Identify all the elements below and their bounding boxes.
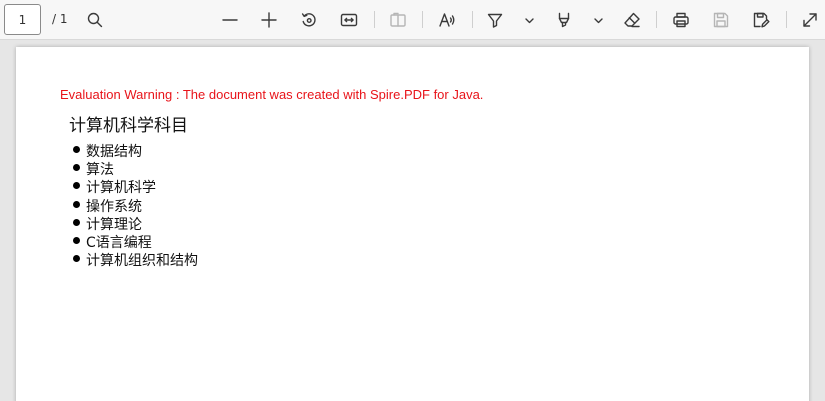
pdf-page: Evaluation Warning : The document was cr… bbox=[16, 47, 809, 401]
bullet-icon bbox=[73, 218, 80, 226]
draw-icon bbox=[558, 12, 570, 28]
zoom-in-icon bbox=[261, 12, 277, 28]
print-icon bbox=[673, 12, 689, 28]
fullscreen-button[interactable] bbox=[796, 6, 824, 34]
document-canvas[interactable]: Evaluation Warning : The document was cr… bbox=[0, 40, 825, 401]
save-as-button[interactable] bbox=[747, 6, 775, 34]
list-item-text: 计算机组织和结构 bbox=[86, 253, 198, 270]
toolbar-divider bbox=[656, 11, 657, 28]
fit-width-button[interactable] bbox=[335, 6, 363, 34]
subject-list: 数据结构 算法 计算机科学 操作系统 计算理论 C语言编程 计算机组织和结构 bbox=[71, 143, 198, 270]
list-item-text: 计算理论 bbox=[86, 216, 142, 233]
list-item-text: C语言编程 bbox=[86, 234, 152, 251]
list-item-text: 算法 bbox=[86, 162, 114, 179]
eraser-icon bbox=[624, 12, 640, 28]
evaluation-warning: Evaluation Warning : The document was cr… bbox=[60, 87, 484, 102]
read-aloud-button[interactable] bbox=[433, 6, 461, 34]
draw-options-button[interactable] bbox=[584, 6, 612, 34]
list-item-text: 计算机科学 bbox=[86, 180, 156, 197]
bullet-icon bbox=[73, 255, 80, 263]
draw-button[interactable] bbox=[550, 6, 578, 34]
page-total: / 1 bbox=[52, 12, 68, 26]
zoom-out-icon bbox=[222, 19, 238, 21]
rotate-button[interactable] bbox=[295, 6, 323, 34]
list-item-text: 操作系统 bbox=[86, 198, 142, 215]
search-button[interactable] bbox=[81, 6, 109, 34]
two-page-icon bbox=[390, 12, 406, 27]
bullet-icon bbox=[73, 236, 80, 244]
erase-button[interactable] bbox=[618, 6, 646, 34]
bullet-icon bbox=[73, 200, 80, 208]
pdf-viewer: / 1 bbox=[0, 0, 825, 401]
zoom-out-button[interactable] bbox=[216, 6, 244, 34]
list-item: 操作系统 bbox=[71, 198, 198, 216]
fullscreen-icon bbox=[803, 13, 817, 27]
bullet-icon bbox=[73, 146, 80, 153]
toolbar: / 1 bbox=[0, 0, 825, 40]
toolbar-divider bbox=[374, 11, 375, 28]
save-as-icon bbox=[753, 12, 770, 28]
page-number-input[interactable] bbox=[4, 4, 41, 35]
toolbar-divider bbox=[786, 11, 787, 28]
fit-width-icon bbox=[340, 13, 358, 27]
list-item-text: 数据结构 bbox=[86, 144, 142, 160]
list-item: C语言编程 bbox=[71, 234, 198, 252]
list-item: 算法 bbox=[71, 161, 198, 179]
toolbar-divider bbox=[472, 11, 473, 28]
save-icon bbox=[713, 12, 729, 28]
bullet-icon bbox=[73, 182, 80, 190]
highlight-options-button[interactable] bbox=[515, 6, 543, 34]
read-aloud-icon bbox=[439, 13, 455, 27]
toolbar-divider bbox=[422, 11, 423, 28]
save-button[interactable] bbox=[707, 6, 735, 34]
list-item: 数据结构 bbox=[71, 143, 198, 161]
highlight-icon bbox=[487, 13, 503, 28]
list-item: 计算理论 bbox=[71, 216, 198, 234]
zoom-in-button[interactable] bbox=[255, 6, 283, 34]
bullet-icon bbox=[73, 164, 80, 172]
print-button[interactable] bbox=[667, 6, 695, 34]
chevron-down-icon bbox=[524, 17, 534, 23]
list-item: 计算机组织和结构 bbox=[71, 252, 198, 270]
rotate-icon bbox=[301, 13, 316, 27]
highlight-button[interactable] bbox=[481, 6, 509, 34]
list-item: 计算机科学 bbox=[71, 179, 198, 197]
document-heading: 计算机科学科目 bbox=[69, 116, 188, 136]
chevron-down-icon bbox=[593, 17, 603, 23]
search-icon bbox=[87, 12, 103, 28]
two-page-view-button[interactable] bbox=[384, 6, 412, 34]
